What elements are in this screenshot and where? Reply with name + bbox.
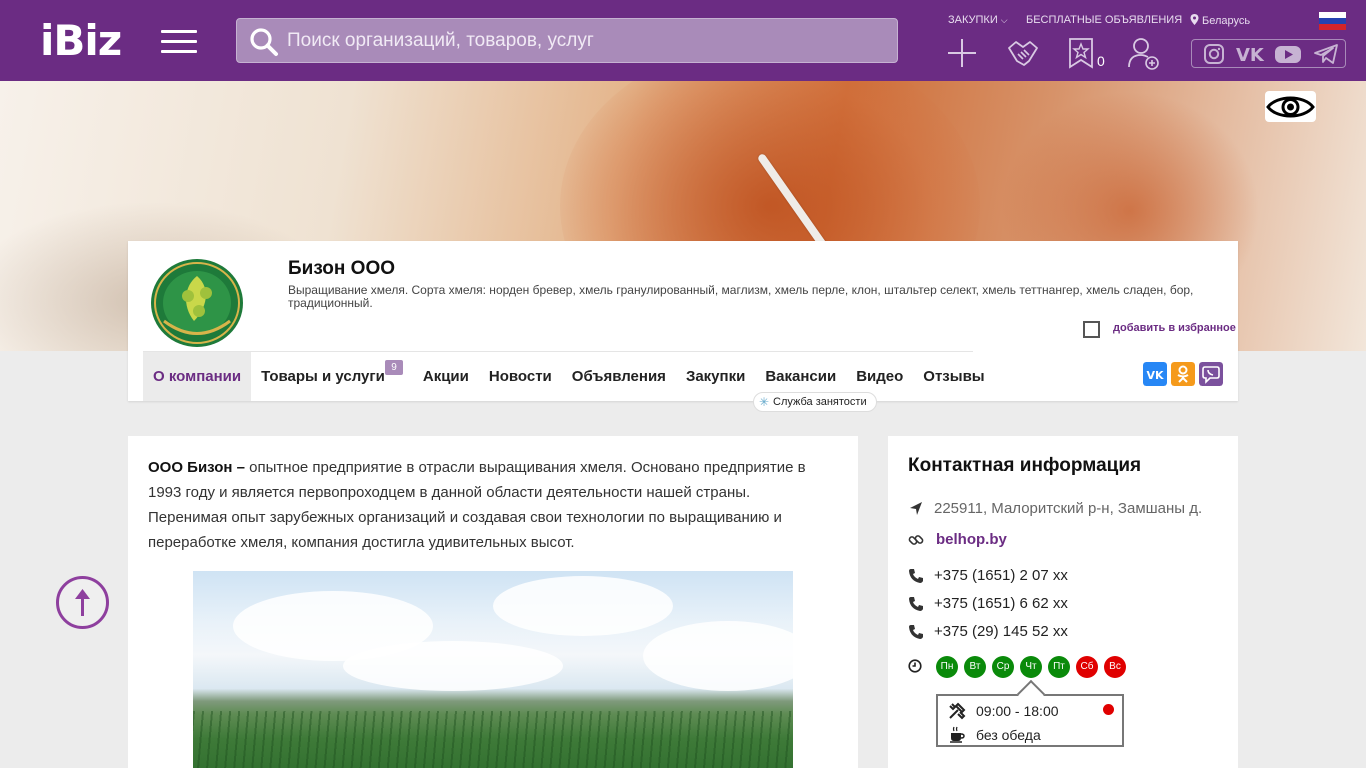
tab-label: Акции [422,368,469,385]
tab-label: Закупки [685,368,746,385]
chevron-down-icon: ⌵ [1000,15,1008,25]
phone-number[interactable]: +375 (29) 145 52 xx [934,623,1068,640]
website-link[interactable]: belhop.by [936,531,1007,548]
link-icon [908,535,924,545]
accessibility-eye-button[interactable] [1265,91,1316,122]
hop-field-photo [193,571,793,768]
address-text: 225911, Малоритский р-н, Замшаны д. [934,500,1203,517]
vk-icon[interactable]: VK [1236,44,1268,64]
russian-flag-language-icon[interactable] [1319,12,1346,30]
employment-service-label: Служба занятости [773,396,867,408]
phone-number[interactable]: +375 (1651) 2 07 xx [934,567,1068,584]
snowflake-icon: ✳ [759,395,770,409]
tab-label: Товары и услуги [261,368,385,385]
telegram-icon[interactable] [1314,44,1338,64]
burger-line [161,50,197,53]
tab-label: Вакансии [765,368,837,385]
clock-icon [908,659,922,673]
free-ads-link[interactable]: БЕСПЛАТНЫЕ ОБЪЯВЛЕНИЯ [1026,14,1182,26]
contacts-title: Контактная информация [908,455,1142,476]
contact-info-panel: Контактная информация 225911, Малоритски… [888,436,1238,768]
region-label: Беларусь [1202,15,1251,27]
about-section: ООО Бизон – опытное предприятие в отрасл… [128,436,858,768]
products-count-badge: 9 [385,360,403,375]
coffee-cup-icon [950,726,965,743]
company-name: Бизон ООО [288,258,396,279]
about-body: опытное предприятие в отрасли выращивани… [148,459,806,551]
photo-cloud [643,621,793,691]
arrow-up-icon [75,589,90,616]
tab-products-services[interactable]: Товары и услуги 9 [251,352,403,401]
vk-share-icon[interactable]: VK [1143,362,1167,386]
header-social-links: VK [1191,39,1346,68]
zakupki-dropdown[interactable]: ЗАКУПКИ ⌵ [948,14,1008,26]
handshake-icon[interactable] [1006,36,1040,70]
favorites-checkbox[interactable] [1083,321,1100,338]
company-logo [151,259,243,347]
tab-news[interactable]: Новости [479,352,562,401]
phone-icon [909,569,923,583]
tab-label: Видео [856,368,904,385]
photo-cloud [493,576,673,636]
company-description: Выращивание хмеля. Сорта хмеля: норден б… [288,283,1194,310]
tab-about[interactable]: О компании [143,352,252,401]
working-hours-popup: 09:00 - 18:00 без обеда [936,694,1124,747]
status-closed-indicator [1103,704,1114,715]
location-pin-icon [1190,14,1199,25]
plus-add-icon[interactable] [945,36,979,70]
tab-purchases[interactable]: Закупки [676,352,755,401]
tab-label: Отзывы [923,368,985,385]
working-days: Пн Вт Ср Чт Пт Сб Вс [936,656,1132,678]
menu-burger-button[interactable] [161,30,197,54]
tab-label: Новости [488,368,552,385]
tab-ads[interactable]: Объявления [562,352,676,401]
employment-service-tooltip[interactable]: ✳ Служба занятости [753,392,877,412]
about-lead: ООО Бизон – [148,459,245,476]
ibiz-logo[interactable]: iBiz [40,18,122,64]
photo-cloud [343,641,563,691]
day-tue[interactable]: Вт [964,656,986,678]
day-fri[interactable]: Пт [1048,656,1070,678]
search-input[interactable] [287,19,887,62]
day-wed[interactable]: Ср [992,656,1014,678]
scroll-to-top-button[interactable] [56,576,109,629]
day-thu[interactable]: Чт [1020,656,1042,678]
tab-promotions[interactable]: Акции [413,352,479,401]
tab-label: О компании [153,368,242,385]
odnoklassniki-share-icon[interactable] [1171,362,1195,386]
tools-icon [949,702,966,720]
tab-reviews[interactable]: Отзывы [913,352,994,401]
search-icon[interactable] [249,27,279,57]
region-selector[interactable]: Беларусь [1190,14,1250,27]
tab-label: Объявления [571,368,666,385]
phone-icon [909,597,923,611]
eye-icon [1266,96,1315,118]
phone-icon [909,625,923,639]
youtube-icon[interactable] [1274,44,1302,64]
instagram-icon[interactable] [1202,44,1226,64]
user-add-icon[interactable] [1126,36,1160,70]
top-header: iBiz ЗАКУПКИ⌵ БЕСПЛАТНЫЕ ОБЪЯВЛЕНИЯ Бела… [0,0,1366,81]
svg-text:VK: VK [1147,369,1165,382]
burger-line [161,30,197,33]
favorites-count: 0 [1097,53,1105,69]
working-hours-text: 09:00 - 18:00 [976,703,1059,719]
zakupki-label: ЗАКУПКИ [948,14,998,26]
hop-field-rows [193,711,793,768]
burger-line [161,40,197,43]
day-mon[interactable]: Пн [936,656,958,678]
day-sat[interactable]: Сб [1076,656,1098,678]
search-bar [236,18,898,63]
favorites-star-icon[interactable] [1066,36,1100,70]
about-text: ООО Бизон – опытное предприятие в отрасл… [148,455,828,555]
company-card: Бизон ООО Выращивание хмеля. Сорта хмеля… [128,241,1238,401]
lunch-text: без обеда [976,727,1041,743]
viber-share-icon[interactable] [1199,362,1223,386]
phone-number[interactable]: +375 (1651) 6 62 xx [934,595,1068,612]
navigation-arrow-icon [910,502,922,515]
add-to-favorites-label: добавить в избранное [1113,322,1236,334]
svg-text:VK: VK [1236,45,1265,64]
day-sun[interactable]: Вс [1104,656,1126,678]
